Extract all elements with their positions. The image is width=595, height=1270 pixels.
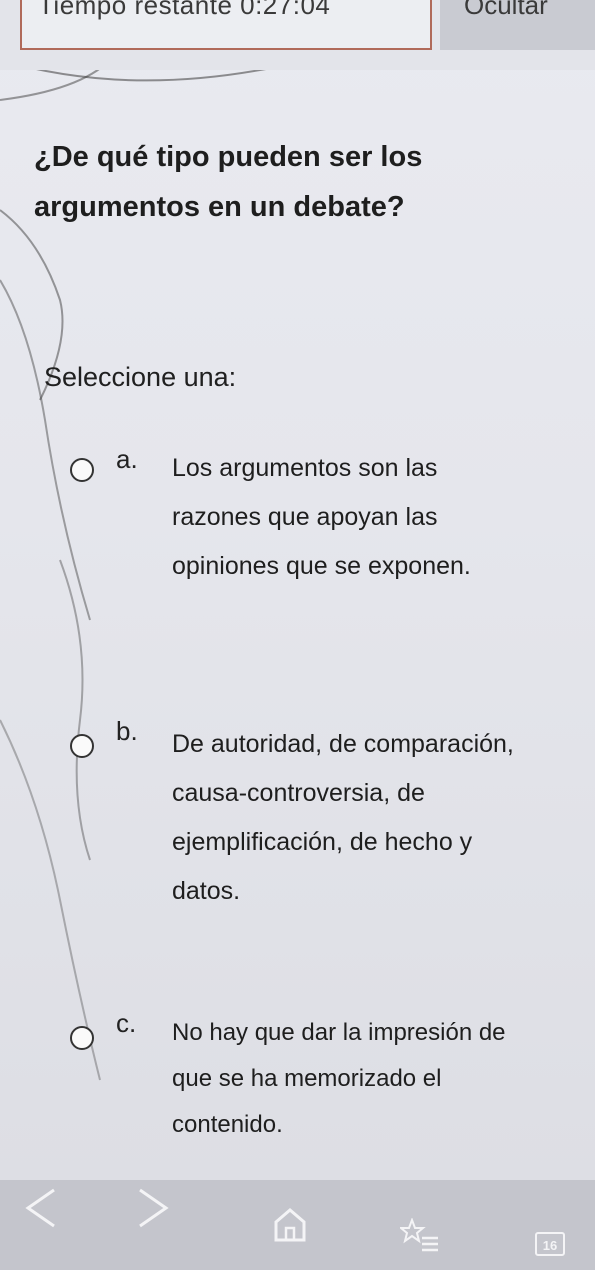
timer-box: Tiempo restante 0:27:04 (20, 0, 432, 50)
browser-bottom-nav: 16 (0, 1180, 595, 1270)
option-b-text: De autoridad, de comparación, causa-cont… (172, 730, 514, 905)
hide-timer-button[interactable]: Ocultar (440, 0, 595, 50)
option-a-letter: a. (116, 444, 138, 474)
tabs-count-badge[interactable]: 16 (535, 1232, 565, 1256)
star-list-icon[interactable] (398, 1217, 440, 1257)
option-a-text: Los argumentos son las razones que apoya… (172, 454, 471, 580)
select-one-label: Seleccione una: (44, 362, 237, 392)
option-c-text: No hay que dar la impresión de que se ha… (172, 1019, 506, 1138)
radio-option-b[interactable] (70, 734, 94, 758)
chevron-left-icon[interactable] (20, 1186, 64, 1235)
quiz-page: Tiempo restante 0:27:04 Ocultar ¿De qué … (0, 0, 595, 1270)
hide-timer-label: Ocultar (464, 0, 548, 20)
home-icon[interactable] (272, 1206, 308, 1247)
quiz-topbar: Tiempo restante 0:27:04 Ocultar (0, 0, 595, 70)
option-c-letter: c. (116, 1008, 137, 1038)
chevron-right-icon[interactable] (130, 1186, 174, 1235)
radio-option-a[interactable] (70, 458, 94, 482)
timer-text: Tiempo restante 0:27:04 (38, 0, 331, 20)
question-text: ¿De qué tipo pueden ser los argumentos e… (34, 141, 423, 223)
radio-option-c[interactable] (70, 1026, 94, 1050)
option-b-letter: b. (116, 716, 138, 746)
